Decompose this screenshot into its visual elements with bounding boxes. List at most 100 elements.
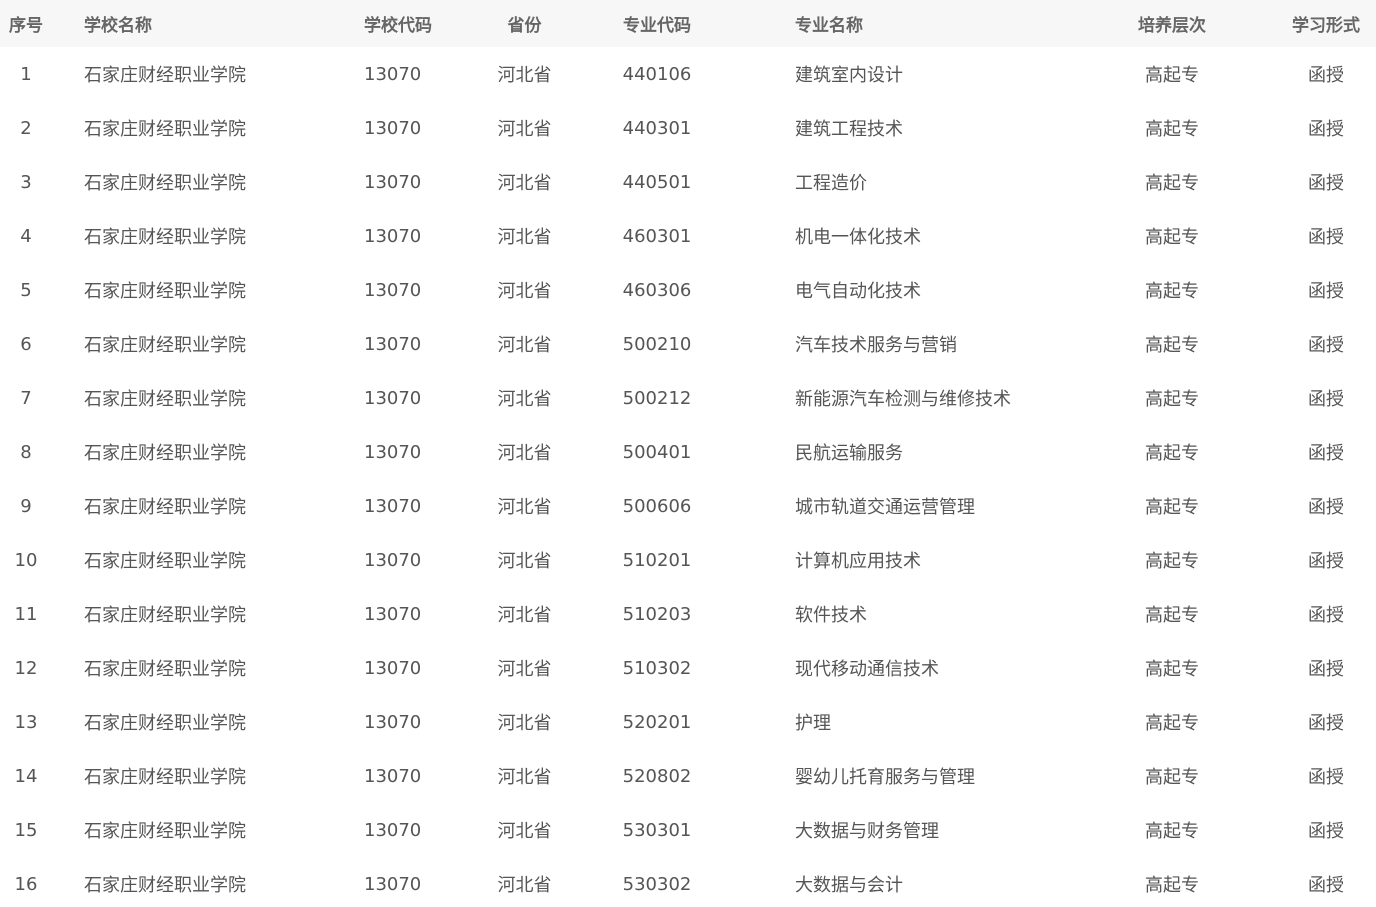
cell-study-form: 函授 bbox=[1308, 119, 1344, 140]
cell-school-name: 石家庄财经职业学院 bbox=[84, 659, 246, 680]
cell-school-code: 13070 bbox=[364, 279, 422, 301]
cell-school-name: 石家庄财经职业学院 bbox=[84, 551, 246, 572]
cell-major-code: 500210 bbox=[622, 333, 692, 355]
cell-school-name: 石家庄财经职业学院 bbox=[84, 767, 246, 788]
header-major-name: 专业名称 bbox=[795, 16, 863, 36]
cell-study-form: 函授 bbox=[1308, 659, 1344, 680]
table-row: 7 石家庄财经职业学院 13070 河北省 500212 新能源汽车检测与维修技术 高起专 函… bbox=[0, 371, 1376, 425]
cell-seq: 14 bbox=[14, 765, 38, 787]
cell-school-name: 石家庄财经职业学院 bbox=[84, 119, 246, 140]
cell-study-form: 函授 bbox=[1308, 443, 1344, 464]
cell-province: 河北省 bbox=[497, 875, 552, 896]
cell-school-code: 13070 bbox=[364, 711, 422, 733]
cell-school-name: 石家庄财经职业学院 bbox=[84, 281, 246, 302]
cell-study-form: 函授 bbox=[1308, 875, 1344, 896]
table-row: 1 石家庄财经职业学院 13070 河北省 440106 建筑室内设计 高起专 函授 bbox=[0, 47, 1376, 101]
table-row: 12 石家庄财经职业学院 13070 河北省 510302 现代移动通信技术 高起专 函授 bbox=[0, 641, 1376, 695]
table-row: 3 石家庄财经职业学院 13070 河北省 440501 工程造价 高起专 函授 bbox=[0, 155, 1376, 209]
cell-major-name: 婴幼儿托育服务与管理 bbox=[795, 767, 975, 788]
cell-seq: 11 bbox=[14, 603, 38, 625]
cell-major-code: 500401 bbox=[622, 441, 692, 463]
table-row: 8 石家庄财经职业学院 13070 河北省 500401 民航运输服务 高起专 函授 bbox=[0, 425, 1376, 479]
cell-study-form: 函授 bbox=[1308, 497, 1344, 518]
cell-major-name: 建筑工程技术 bbox=[795, 119, 903, 140]
cell-study-form: 函授 bbox=[1308, 65, 1344, 86]
cell-school-name: 石家庄财经职业学院 bbox=[84, 497, 246, 518]
cell-level: 高起专 bbox=[1145, 335, 1199, 356]
cell-study-form: 函授 bbox=[1308, 281, 1344, 302]
cell-major-code: 510302 bbox=[622, 657, 692, 679]
cell-seq: 5 bbox=[20, 279, 32, 301]
table-row: 9 石家庄财经职业学院 13070 河北省 500606 城市轨道交通运营管理 高起专 函授 bbox=[0, 479, 1376, 533]
cell-school-name: 石家庄财经职业学院 bbox=[84, 605, 246, 626]
cell-school-name: 石家庄财经职业学院 bbox=[84, 227, 246, 248]
table-row: 13 石家庄财经职业学院 13070 河北省 520201 护理 高起专 函授 bbox=[0, 695, 1376, 749]
cell-school-code: 13070 bbox=[364, 63, 422, 85]
cell-level: 高起专 bbox=[1145, 821, 1199, 842]
cell-school-code: 13070 bbox=[364, 117, 422, 139]
cell-major-code: 510203 bbox=[622, 603, 692, 625]
cell-major-code: 440501 bbox=[622, 171, 692, 193]
cell-seq: 10 bbox=[14, 549, 38, 571]
cell-seq: 1 bbox=[20, 63, 32, 85]
cell-school-code: 13070 bbox=[364, 549, 422, 571]
cell-major-name: 大数据与财务管理 bbox=[795, 821, 939, 842]
cell-level: 高起专 bbox=[1145, 65, 1199, 86]
cell-major-name: 新能源汽车检测与维修技术 bbox=[795, 389, 1011, 410]
cell-level: 高起专 bbox=[1145, 281, 1199, 302]
cell-major-name: 民航运输服务 bbox=[795, 443, 903, 464]
header-province: 省份 bbox=[507, 16, 542, 36]
table-row: 16 石家庄财经职业学院 13070 河北省 530302 大数据与会计 高起专 函授 bbox=[0, 857, 1376, 907]
cell-study-form: 函授 bbox=[1308, 227, 1344, 248]
header-level: 培养层次 bbox=[1138, 16, 1206, 36]
cell-seq: 6 bbox=[20, 333, 32, 355]
cell-study-form: 函授 bbox=[1308, 389, 1344, 410]
cell-province: 河北省 bbox=[497, 389, 552, 410]
cell-level: 高起专 bbox=[1145, 875, 1199, 896]
table-header-row: 序号 学校名称 学校代码 省份 专业代码 专业名称 培养层次 学习形式 bbox=[0, 0, 1376, 47]
cell-study-form: 函授 bbox=[1308, 551, 1344, 572]
cell-study-form: 函授 bbox=[1308, 821, 1344, 842]
header-major-code: 专业代码 bbox=[623, 16, 691, 36]
cell-major-name: 软件技术 bbox=[795, 605, 867, 626]
cell-school-code: 13070 bbox=[364, 225, 422, 247]
table-row: 6 石家庄财经职业学院 13070 河北省 500210 汽车技术服务与营销 高起专 函授 bbox=[0, 317, 1376, 371]
cell-school-code: 13070 bbox=[364, 603, 422, 625]
cell-major-name: 机电一体化技术 bbox=[795, 227, 921, 248]
cell-school-code: 13070 bbox=[364, 171, 422, 193]
cell-province: 河北省 bbox=[497, 227, 552, 248]
table-header: 序号 学校名称 学校代码 省份 专业代码 专业名称 培养层次 学习形式 bbox=[0, 0, 1376, 47]
cell-study-form: 函授 bbox=[1308, 173, 1344, 194]
cell-seq: 9 bbox=[20, 495, 32, 517]
header-school-name: 学校名称 bbox=[84, 16, 152, 36]
table-row: 5 石家庄财经职业学院 13070 河北省 460306 电气自动化技术 高起专 函授 bbox=[0, 263, 1376, 317]
cell-school-code: 13070 bbox=[364, 657, 422, 679]
cell-level: 高起专 bbox=[1145, 227, 1199, 248]
cell-school-name: 石家庄财经职业学院 bbox=[84, 713, 246, 734]
cell-province: 河北省 bbox=[497, 713, 552, 734]
cell-level: 高起专 bbox=[1145, 173, 1199, 194]
cell-seq: 8 bbox=[20, 441, 32, 463]
cell-school-name: 石家庄财经职业学院 bbox=[84, 173, 246, 194]
cell-school-name: 石家庄财经职业学院 bbox=[84, 335, 246, 356]
cell-school-name: 石家庄财经职业学院 bbox=[84, 389, 246, 410]
cell-major-name: 城市轨道交通运营管理 bbox=[795, 497, 975, 518]
cell-major-code: 530302 bbox=[622, 873, 692, 895]
cell-major-code: 440106 bbox=[622, 63, 692, 85]
cell-major-name: 大数据与会计 bbox=[795, 875, 903, 896]
cell-school-code: 13070 bbox=[364, 333, 422, 355]
cell-province: 河北省 bbox=[497, 173, 552, 194]
cell-school-name: 石家庄财经职业学院 bbox=[84, 821, 246, 842]
cell-major-name: 工程造价 bbox=[795, 173, 867, 194]
cell-seq: 4 bbox=[20, 225, 32, 247]
cell-school-code: 13070 bbox=[364, 873, 422, 895]
cell-major-code: 500212 bbox=[622, 387, 692, 409]
cell-school-code: 13070 bbox=[364, 765, 422, 787]
cell-major-name: 现代移动通信技术 bbox=[795, 659, 939, 680]
cell-level: 高起专 bbox=[1145, 443, 1199, 464]
cell-school-code: 13070 bbox=[364, 441, 422, 463]
cell-level: 高起专 bbox=[1145, 713, 1199, 734]
cell-study-form: 函授 bbox=[1308, 335, 1344, 356]
cell-seq: 7 bbox=[20, 387, 32, 409]
cell-province: 河北省 bbox=[497, 65, 552, 86]
